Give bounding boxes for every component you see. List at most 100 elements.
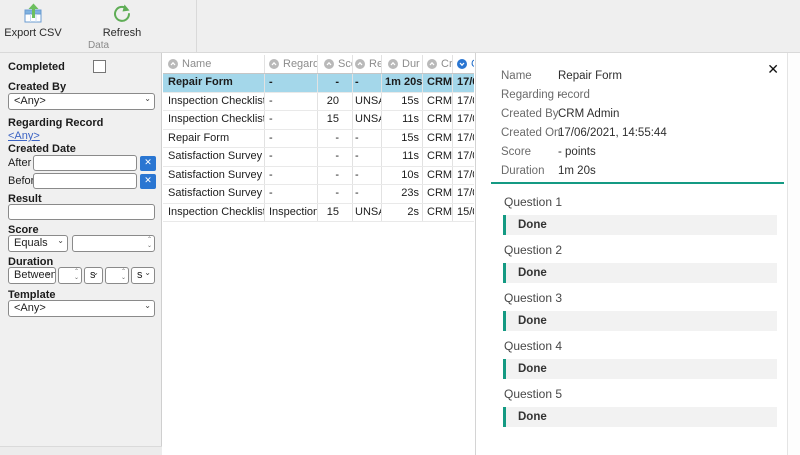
- cell-created_by: CRM A...: [423, 74, 453, 92]
- column-header-duration[interactable]: Dur: [382, 55, 423, 73]
- cell-regarding: -: [265, 167, 318, 185]
- cell-duration: 15s: [382, 130, 423, 148]
- column-header-name[interactable]: Name: [163, 55, 265, 73]
- cell-name: Inspection Checklist: [163, 93, 265, 111]
- detail-field-value: Repair Form: [558, 70, 622, 82]
- question-block: Question 3 Done: [503, 291, 777, 331]
- cell-created_on: 17/06/...: [453, 111, 474, 129]
- detail-field-value: -: [558, 89, 562, 101]
- detail-field-value: CRM Admin: [558, 108, 619, 120]
- question-answer-bar: Done: [503, 311, 777, 331]
- cell-duration: 15s: [382, 93, 423, 111]
- chevron-down-icon: ⌄: [144, 268, 151, 277]
- cell-result: -: [353, 130, 382, 148]
- column-header-label: Res: [369, 58, 382, 70]
- cell-created_on: 17/06/...: [453, 130, 474, 148]
- sort-idle-icon: [355, 59, 365, 69]
- cell-duration: 23s: [382, 185, 423, 203]
- filter-panel: Completed Created By <Any> ⌄ Regarding R…: [0, 53, 162, 446]
- detail-field-label: Duration: [501, 165, 544, 177]
- detail-field: NameRepair Form: [476, 70, 787, 90]
- sort-idle-icon: [427, 59, 437, 69]
- cell-duration: 1m 20s: [382, 74, 423, 92]
- cell-name: Satisfaction Survey: [163, 185, 265, 203]
- question-block: Question 4Done: [503, 339, 777, 379]
- score-value-spinner[interactable]: ⌃⌄: [72, 235, 155, 252]
- created-by-label: Created By: [8, 81, 66, 93]
- result-input[interactable]: [8, 204, 155, 220]
- column-header-label: Name: [182, 58, 211, 70]
- before-clear-button[interactable]: ✕: [140, 174, 156, 189]
- question-label: Question 5: [504, 387, 777, 401]
- detail-field-label: Score: [501, 146, 531, 158]
- sort-idle-icon: [388, 59, 398, 69]
- table-row[interactable]: Satisfaction Survey---10sCRM A...17/06/.…: [163, 167, 474, 186]
- detail-field: Score - points: [476, 146, 787, 166]
- question-label: Question 4: [504, 339, 777, 353]
- table-row[interactable]: Satisfaction Survey---23sCRM A...17/06/.…: [163, 185, 474, 204]
- cell-score: -: [318, 148, 353, 166]
- cell-regarding: -: [265, 74, 318, 92]
- column-header-regarding[interactable]: Regarding: [265, 55, 318, 73]
- cell-created_by: CRM A...: [423, 185, 453, 203]
- question-label: Question 3: [504, 291, 777, 305]
- spinner-arrows-icon: ⌃⌄: [74, 269, 79, 281]
- table-row[interactable]: Repair Form---1m 20sCRM A...17/06/...: [163, 74, 474, 93]
- completed-checkbox[interactable]: [93, 60, 106, 73]
- template-value: <Any>: [14, 302, 46, 314]
- detail-field: Created ByCRM Admin: [476, 108, 787, 128]
- before-date-input[interactable]: [33, 173, 137, 189]
- cell-score: 20: [318, 93, 353, 111]
- table-row[interactable]: Satisfaction Survey---11sCRM A...17/06/.…: [163, 148, 474, 167]
- cell-result: UNSAT...: [353, 204, 382, 222]
- column-header-created_on[interactable]: Cre: [453, 55, 474, 73]
- after-date-input[interactable]: [33, 155, 137, 171]
- detail-field: Created On17/06/2021, 14:55:44: [476, 127, 787, 147]
- regarding-record-link[interactable]: <Any>: [8, 130, 40, 142]
- created-by-dropdown[interactable]: <Any> ⌄: [8, 93, 155, 110]
- panel-bottom-strip: [0, 446, 162, 455]
- chevron-down-icon: ⌄: [45, 268, 52, 277]
- duration-unit1-dropdown[interactable]: s ⌄: [84, 267, 103, 284]
- cell-created_on: 15/06/...: [453, 204, 474, 222]
- duration-operator-dropdown[interactable]: Between ⌄: [8, 267, 56, 284]
- after-clear-button[interactable]: ✕: [140, 156, 156, 171]
- table-row[interactable]: Inspection Checklist-15UNSAT...11sCRM A.…: [163, 111, 474, 130]
- ribbon: Export CSV Refresh Data: [0, 0, 800, 53]
- cell-score: 15: [318, 111, 353, 129]
- detail-field-value: - points: [558, 146, 596, 158]
- scrollbar-track[interactable]: [787, 53, 800, 455]
- column-header-created_by[interactable]: Cre: [423, 55, 453, 73]
- column-header-label: Regarding: [283, 58, 318, 70]
- cell-score: -: [318, 167, 353, 185]
- question-answer-bar: Done: [503, 407, 777, 427]
- export-csv-icon: [22, 3, 44, 25]
- template-dropdown[interactable]: <Any> ⌄: [8, 300, 155, 317]
- cell-created_by: CRM A...: [423, 111, 453, 129]
- column-header-result[interactable]: Res: [353, 55, 382, 73]
- table-row[interactable]: Repair Form---15sCRM A...17/06/...: [163, 130, 474, 149]
- cell-result: -: [353, 74, 382, 92]
- duration-value1-spinner[interactable]: ⌃⌄: [58, 267, 82, 284]
- column-header-score[interactable]: Sco: [318, 55, 353, 73]
- sort-idle-icon: [168, 59, 178, 69]
- sort-idle-icon: [324, 59, 334, 69]
- cell-created_on: 17/06/...: [453, 74, 474, 92]
- cell-score: -: [318, 185, 353, 203]
- score-operator-value: Equals: [14, 237, 48, 249]
- cell-created_on: 17/06/...: [453, 185, 474, 203]
- spinner-arrows-icon: ⌃⌄: [121, 269, 126, 281]
- question-label: Question 2: [504, 243, 777, 257]
- duration-value2-spinner[interactable]: ⌃⌄: [105, 267, 129, 284]
- cell-duration: 11s: [382, 111, 423, 129]
- table-row[interactable]: Inspection Checklist-20UNSAT...15sCRM A.…: [163, 93, 474, 112]
- chevron-down-icon: ⌄: [57, 236, 64, 245]
- duration-unit2-dropdown[interactable]: s ⌄: [131, 267, 155, 284]
- detail-divider: [491, 182, 784, 184]
- score-operator-dropdown[interactable]: Equals ⌄: [8, 235, 68, 252]
- cell-result: -: [353, 148, 382, 166]
- detail-field-value: 17/06/2021, 14:55:44: [558, 127, 667, 139]
- cell-result: -: [353, 185, 382, 203]
- table-row[interactable]: Inspection ChecklistInspection [ap...15U…: [163, 204, 474, 223]
- cell-regarding: -: [265, 111, 318, 129]
